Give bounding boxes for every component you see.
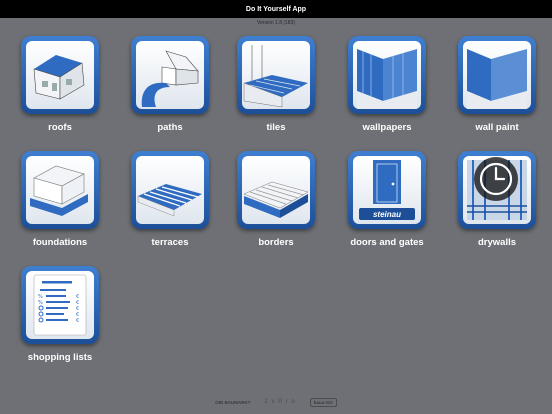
- tile-foundations[interactable]: foundations: [7, 151, 113, 263]
- steinau-logo: steinau: [373, 210, 401, 219]
- border-icon: [242, 156, 310, 224]
- tile-label: terraces: [151, 237, 189, 248]
- roofs-icon-frame: [21, 36, 99, 114]
- footer-logos: OBI BAUMARKT 2 x P r o baua-GO: [0, 394, 552, 410]
- svg-text:%: %: [38, 300, 43, 306]
- tile-terraces[interactable]: terraces: [117, 151, 223, 263]
- tile-shopping-lists[interactable]: % % € € € € € shopping lists: [7, 266, 113, 378]
- 2xpro-logo: 2 x P r o: [264, 399, 296, 405]
- title-bar: Do It Yourself App: [0, 0, 552, 18]
- obi-logo: OBI BAUMARKT: [215, 399, 251, 405]
- wall-paint-icon-frame: [458, 36, 536, 114]
- tile-label: wall paint: [475, 122, 519, 133]
- checklist-icon: % % € € € € €: [26, 271, 94, 339]
- floor-tiles-icon: [242, 41, 310, 109]
- tiles-icon-frame: [237, 36, 315, 114]
- app-title: Do It Yourself App: [245, 5, 307, 13]
- foundation-icon: [26, 156, 94, 224]
- tile-paths[interactable]: paths: [117, 36, 223, 148]
- tile-label: drywalls: [477, 237, 517, 248]
- tile-label: foundations: [32, 237, 88, 248]
- bauago-logo: baua-GO: [309, 397, 337, 407]
- tile-label: tiles: [266, 122, 286, 133]
- clock-icon: [474, 157, 518, 201]
- foundations-icon-frame: [21, 151, 99, 229]
- doors-icon-frame: steinau: [348, 151, 426, 229]
- tile-label: paths: [157, 122, 183, 133]
- tile-label: doors and gates: [350, 237, 424, 248]
- tile-tiles[interactable]: tiles: [223, 36, 329, 148]
- shopping-lists-icon-frame: % % € € € € €: [21, 266, 99, 344]
- terrace-icon: [136, 156, 204, 224]
- tile-wall-paint[interactable]: wall paint: [444, 36, 550, 148]
- wallpapers-icon-frame: [348, 36, 426, 114]
- tile-label: wallpapers: [362, 122, 412, 133]
- tile-label: roofs: [48, 122, 72, 133]
- version-label: Version 1.8 (183): [256, 20, 296, 26]
- house-path-icon: [136, 41, 204, 109]
- door-icon: steinau: [353, 156, 421, 224]
- tile-label: borders: [258, 237, 294, 248]
- tile-borders[interactable]: borders: [223, 151, 329, 263]
- tile-roofs[interactable]: roofs: [7, 36, 113, 148]
- borders-icon-frame: [237, 151, 315, 229]
- terraces-icon-frame: [131, 151, 209, 229]
- wallpaper-icon: [353, 41, 421, 109]
- tile-doors-and-gates[interactable]: steinau doors and gates: [334, 151, 440, 263]
- wall-paint-icon: [463, 41, 531, 109]
- tile-drywalls[interactable]: drywalls: [444, 151, 550, 263]
- svg-text:€: €: [76, 318, 79, 324]
- tile-wallpapers[interactable]: wallpapers: [334, 36, 440, 148]
- tile-label: shopping lists: [27, 352, 93, 363]
- paths-icon-frame: [131, 36, 209, 114]
- house-roof-icon: [26, 41, 94, 109]
- drywalls-icon-frame: [458, 151, 536, 229]
